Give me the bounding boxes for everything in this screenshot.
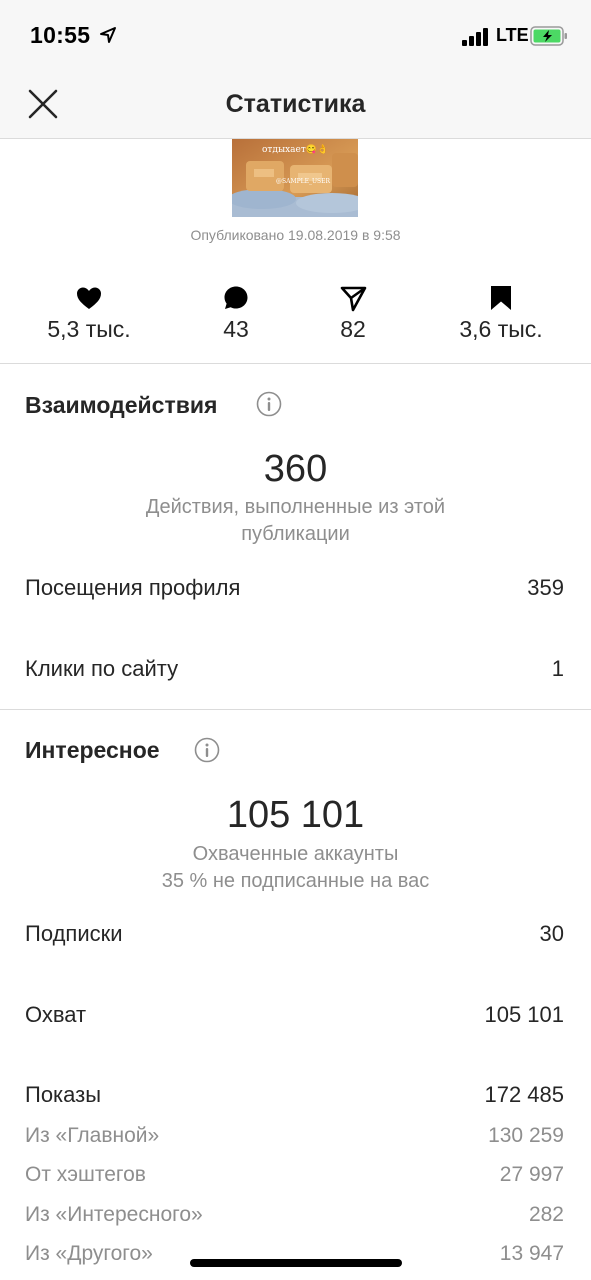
- divider: [0, 709, 591, 710]
- published-date: Опубликовано 19.08.2019 в 9:58: [190, 227, 401, 243]
- nav-bar: Статистика: [0, 70, 591, 139]
- reach-value: 105 101: [484, 1002, 564, 1027]
- accounts-reached-label: Охваченные аккаунты: [192, 843, 399, 865]
- heart-icon: [77, 287, 101, 309]
- impressions-value: 172 485: [484, 1082, 564, 1107]
- comment-icon: [224, 286, 248, 309]
- profile-visits-label: Посещения профиля: [25, 575, 241, 600]
- thumbnail-tag: @SAMPLE_USER: [276, 178, 331, 185]
- divider: [0, 363, 591, 364]
- impressions-source-value: 27 997: [499, 1163, 564, 1186]
- impressions-source-value: 130 259: [488, 1124, 564, 1147]
- shares-count: 82: [340, 316, 366, 342]
- location-arrow-icon: [100, 27, 116, 43]
- non-followers-percent: 35 % не подписанные на вас: [161, 870, 430, 892]
- website-clicks-value: 1: [551, 656, 564, 681]
- signal-strength-icon: [462, 28, 488, 46]
- impressions-source-value: 282: [528, 1203, 564, 1226]
- status-bar: 10:55 LTE: [0, 0, 591, 70]
- reach-label: Охват: [25, 1002, 87, 1027]
- post-thumbnail[interactable]: отдыхает😋👌 @SAMPLE_USER: [232, 139, 358, 217]
- info-icon[interactable]: [194, 737, 220, 763]
- interactions-title: Взаимодействия: [25, 392, 218, 418]
- follows-label: Подписки: [25, 921, 123, 946]
- impressions-source-value: 13 947: [499, 1242, 564, 1265]
- bookmark-icon: [491, 286, 511, 310]
- impressions-source-label: Из «Интересного»: [25, 1203, 203, 1226]
- interactions-total: 360: [263, 448, 328, 490]
- impressions-source-label: Из «Другого»: [25, 1242, 153, 1265]
- likes-stat: 5,3 тыс.: [9, 284, 169, 343]
- thumbnail-caption: отдыхает😋👌: [262, 145, 329, 155]
- share-icon: [340, 286, 367, 312]
- battery-charging-icon: [530, 26, 567, 46]
- impressions-source-label: Из «Главной»: [25, 1124, 160, 1147]
- status-time: 10:55: [30, 22, 91, 48]
- saves-stat: 3,6 тыс.: [421, 284, 581, 343]
- impressions-label: Показы: [25, 1082, 102, 1107]
- home-indicator[interactable]: [190, 1259, 402, 1267]
- saves-count: 3,6 тыс.: [459, 316, 543, 342]
- shares-stat: 82: [273, 284, 433, 343]
- page-title: Статистика: [225, 90, 366, 118]
- network-type-label: LTE: [496, 25, 529, 45]
- info-icon[interactable]: [256, 391, 282, 417]
- likes-count: 5,3 тыс.: [47, 316, 131, 342]
- impressions-source-label: От хэштегов: [25, 1163, 146, 1186]
- interactions-description: Действия, выполненные из этой публикации: [145, 496, 446, 545]
- website-clicks-label: Клики по сайту: [25, 656, 179, 681]
- follows-value: 30: [539, 921, 564, 946]
- profile-visits-value: 359: [527, 575, 564, 600]
- discovery-total: 105 101: [226, 794, 365, 836]
- discovery-title: Интересное: [25, 737, 160, 763]
